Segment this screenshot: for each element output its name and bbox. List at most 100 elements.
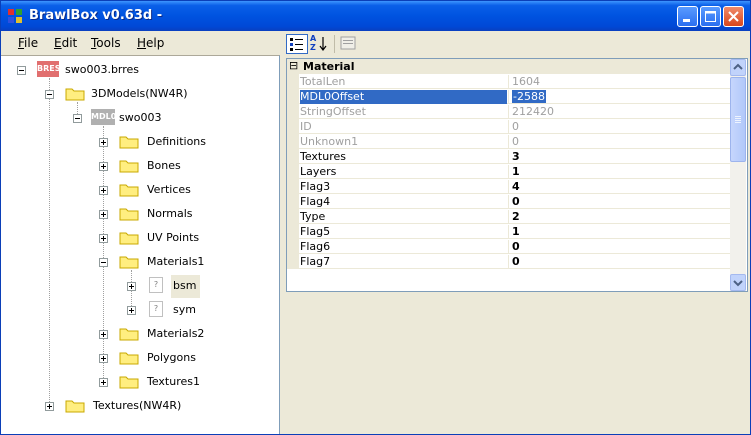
tree-node-mdl0[interactable]: MDL0 swo003 — [1, 108, 279, 128]
sort-letter-z: Z — [310, 43, 316, 52]
property-row-textures[interactable]: Textures 3 — [287, 149, 730, 164]
property-name: Type — [300, 210, 326, 223]
scroll-up-button[interactable] — [730, 59, 746, 76]
property-row-id[interactable]: ID 0 — [287, 119, 730, 134]
tree-node-materials1[interactable]: Materials1 — [1, 252, 279, 272]
category-label: Material — [303, 60, 355, 73]
expand-icon[interactable] — [99, 138, 108, 147]
property-pages-button[interactable] — [338, 34, 360, 54]
tree-node-root[interactable]: BRES swo003.brres — [1, 60, 279, 80]
material-icon: ? — [149, 301, 163, 317]
property-row-flag7[interactable]: Flag7 0 — [287, 254, 730, 269]
expand-icon[interactable] — [99, 234, 108, 243]
expand-icon[interactable] — [45, 402, 54, 411]
property-name: Flag3 — [300, 180, 331, 193]
tree-node-polygons[interactable]: Polygons — [1, 348, 279, 368]
property-row-stringoffset[interactable]: StringOffset 212420 — [287, 104, 730, 119]
property-row-totallen[interactable]: TotalLen 1604 — [287, 74, 730, 89]
expand-icon[interactable] — [127, 306, 136, 315]
property-name: TotalLen — [300, 75, 346, 88]
scroll-down-button[interactable] — [730, 274, 746, 291]
collapse-icon[interactable] — [17, 66, 26, 75]
property-row-flag5[interactable]: Flag5 1 — [287, 224, 730, 239]
property-row-mdl0offset[interactable]: MDL0Offset -2588 — [287, 89, 730, 104]
menu-tools[interactable]: Tools — [91, 36, 121, 50]
property-row-flag4[interactable]: Flag4 0 — [287, 194, 730, 209]
tree-node-textures1[interactable]: Textures1 — [1, 372, 279, 392]
tree-node-definitions[interactable]: Definitions — [1, 132, 279, 152]
property-name: Flag6 — [300, 240, 331, 253]
collapse-icon[interactable] — [73, 114, 82, 123]
tree-node-bsm[interactable]: ? bsm — [1, 275, 279, 298]
property-name: Flag7 — [300, 255, 331, 268]
tree-node-normals[interactable]: Normals — [1, 204, 279, 224]
menu-edit[interactable]: Edit — [54, 36, 77, 50]
property-name: StringOffset — [300, 105, 366, 118]
collapse-icon[interactable] — [45, 90, 54, 99]
tree-node-label: 3DModels(NW4R) — [91, 87, 188, 100]
maximize-button[interactable] — [700, 6, 721, 27]
tree-node-label: Definitions — [147, 135, 206, 148]
property-row-unknown1[interactable]: Unknown1 0 — [287, 134, 730, 149]
tree-node-label: UV Points — [147, 231, 200, 244]
property-row-type[interactable]: Type 2 — [287, 209, 730, 224]
expand-icon[interactable] — [99, 210, 108, 219]
expand-icon[interactable] — [99, 330, 108, 339]
tree-node-3dmodels[interactable]: 3DModels(NW4R) — [1, 84, 279, 104]
title-bar[interactable]: BrawlBox v0.63d - — [1, 1, 750, 31]
tree-node-bones[interactable]: Bones — [1, 156, 279, 176]
property-value: 0 — [508, 195, 728, 209]
tree-node-label: Textures(NW4R) — [93, 399, 182, 412]
menu-help[interactable]: Help — [137, 36, 164, 50]
property-row-layers[interactable]: Layers 1 — [287, 164, 730, 179]
folder-icon — [119, 208, 139, 221]
property-name: Flag5 — [300, 225, 331, 238]
property-toolbar: A Z — [283, 31, 750, 57]
main-window: BrawlBox v0.63d - File Edit Tools Help B… — [0, 0, 751, 435]
expand-icon[interactable] — [99, 378, 108, 387]
property-value: 0 — [508, 135, 728, 149]
expand-icon[interactable] — [99, 354, 108, 363]
resource-tree[interactable]: BRES swo003.brres 3DModels(NW4R) MDL0 sw… — [1, 55, 280, 434]
tree-node-label: Textures1 — [147, 375, 200, 388]
expand-icon[interactable] — [99, 162, 108, 171]
menu-file-label: ile — [24, 36, 39, 50]
property-value: 0 — [508, 240, 728, 254]
tree-node-label: Materials2 — [147, 327, 205, 340]
mdl0-model-icon: MDL0 — [91, 109, 116, 125]
property-value: 1 — [508, 225, 728, 239]
material-icon: ? — [149, 277, 163, 293]
alphabetical-sort-icon — [319, 37, 327, 51]
menu-file[interactable]: File — [18, 36, 38, 50]
tree-node-vertices[interactable]: Vertices — [1, 180, 279, 200]
property-grid-scrollbar[interactable] — [730, 59, 746, 291]
property-grid[interactable]: ⊟ Material TotalLen 1604 MDL0Offset -2588 … — [286, 58, 748, 292]
expand-icon[interactable] — [127, 282, 136, 291]
property-panel: A Z ⊟ Material TotalLen 1604 MDL0Offset … — [283, 31, 750, 434]
property-name: Unknown1 — [300, 135, 359, 148]
property-pages-icon — [340, 36, 356, 50]
category-collapse-icon[interactable]: ⊟ — [289, 59, 298, 72]
folder-icon — [119, 352, 139, 365]
tree-node-sym[interactable]: ? sym — [1, 300, 279, 320]
brres-file-icon: BRES — [37, 61, 60, 77]
category-row-material[interactable]: ⊟ Material — [287, 59, 730, 74]
property-value: 4 — [508, 180, 728, 194]
chevron-up-icon — [733, 63, 743, 70]
collapse-icon[interactable] — [99, 258, 108, 267]
tree-node-textures-nw4r[interactable]: Textures(NW4R) — [1, 396, 279, 416]
folder-icon — [119, 328, 139, 341]
minimize-button[interactable] — [677, 6, 698, 27]
categorized-button[interactable] — [286, 34, 308, 54]
expand-icon[interactable] — [99, 186, 108, 195]
close-button[interactable] — [723, 6, 744, 27]
tree-node-materials2[interactable]: Materials2 — [1, 324, 279, 344]
tree-node-uv-points[interactable]: UV Points — [1, 228, 279, 248]
property-name: Flag4 — [300, 195, 331, 208]
tree-node-label: Materials1 — [147, 255, 205, 268]
scroll-thumb[interactable] — [730, 77, 746, 162]
property-row-flag6[interactable]: Flag6 0 — [287, 239, 730, 254]
alphabetical-sort-button[interactable]: A Z — [309, 34, 331, 54]
property-value-input[interactable]: -2588 — [508, 90, 728, 104]
property-row-flag3[interactable]: Flag3 4 — [287, 179, 730, 194]
